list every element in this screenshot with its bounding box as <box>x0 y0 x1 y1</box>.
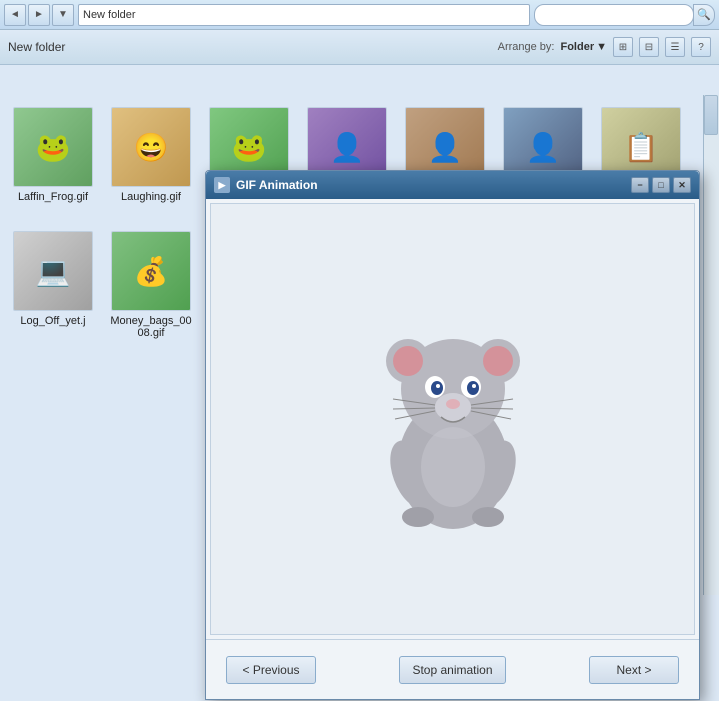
search-bar[interactable] <box>534 4 694 26</box>
help-button[interactable]: ? <box>691 37 711 57</box>
recent-button[interactable]: ▼ <box>52 4 74 26</box>
file-item[interactable]: 😄 Laughing.gif <box>106 103 196 219</box>
dialog-minimize-button[interactable]: − <box>631 177 649 193</box>
file-thumbnail-icon: 😄 <box>112 108 190 186</box>
file-label: Money_bags_0008.gif <box>110 315 192 339</box>
previous-button[interactable]: < Previous <box>226 656 316 684</box>
arrange-chevron-icon: ▼ <box>596 41 607 53</box>
stop-animation-button[interactable]: Stop animation <box>399 656 505 684</box>
file-label: Log_Off_yet.j <box>20 315 85 327</box>
forward-button[interactable]: ► <box>28 4 50 26</box>
file-thumbnail-icon: 💰 <box>112 232 190 310</box>
nav-arrows: ◄ ► ▼ <box>4 4 74 26</box>
dialog-title-icon: ▶ <box>214 177 230 193</box>
top-bar: ◄ ► ▼ New folder 🔍 <box>0 0 719 30</box>
scroll-thumb[interactable] <box>704 95 718 135</box>
next-button[interactable]: Next > <box>589 656 679 684</box>
address-label: New folder <box>83 9 136 21</box>
file-thumbnail: 💰 <box>111 231 191 311</box>
mouse-animation-display <box>353 279 553 559</box>
dialog-close-button[interactable]: ✕ <box>673 177 691 193</box>
view-details-button[interactable]: ☰ <box>665 37 685 57</box>
file-thumbnail-icon: 💻 <box>14 232 92 310</box>
new-folder-label: New folder <box>8 40 65 54</box>
file-thumbnail: 😄 <box>111 107 191 187</box>
file-thumbnail-icon: 🐸 <box>14 108 92 186</box>
toolbar: New folder Arrange by: Folder ▼ ⊞ ⊟ ☰ ? <box>0 30 719 65</box>
dialog-content <box>210 203 695 635</box>
dialog-titlebar: ▶ GIF Animation − □ ✕ <box>206 171 699 199</box>
dialog-icon-symbol: ▶ <box>219 180 226 191</box>
arrange-value-text: Folder <box>560 41 594 53</box>
address-bar[interactable]: New folder <box>78 4 530 26</box>
back-button[interactable]: ◄ <box>4 4 26 26</box>
arrange-label: Arrange by: <box>498 41 555 53</box>
file-thumbnail: 💻 <box>13 231 93 311</box>
mouse-svg <box>363 289 543 549</box>
file-item[interactable]: 🐸 Laffin_Frog.gif <box>8 103 98 219</box>
dialog-restore-button[interactable]: □ <box>652 177 670 193</box>
arrange-value[interactable]: Folder ▼ <box>560 41 607 53</box>
view-list-button[interactable]: ⊟ <box>639 37 659 57</box>
scrollbar[interactable] <box>703 95 719 595</box>
dialog-control-buttons: − □ ✕ <box>631 177 691 193</box>
gif-animation-dialog: ▶ GIF Animation − □ ✕ <box>205 170 700 700</box>
arrange-section: Arrange by: Folder ▼ ⊞ ⊟ ☰ ? <box>498 37 711 57</box>
file-label: Laughing.gif <box>121 191 181 203</box>
file-item[interactable]: 💻 Log_Off_yet.j <box>8 227 98 343</box>
file-label: Laffin_Frog.gif <box>18 191 88 203</box>
search-button[interactable]: 🔍 <box>693 4 715 26</box>
file-thumbnail: 🐸 <box>13 107 93 187</box>
file-item[interactable]: 💰 Money_bags_0008.gif <box>106 227 196 343</box>
dialog-footer: < Previous Stop animation Next > <box>206 639 699 699</box>
dialog-title-text: GIF Animation <box>236 178 631 192</box>
view-grid-button[interactable]: ⊞ <box>613 37 633 57</box>
